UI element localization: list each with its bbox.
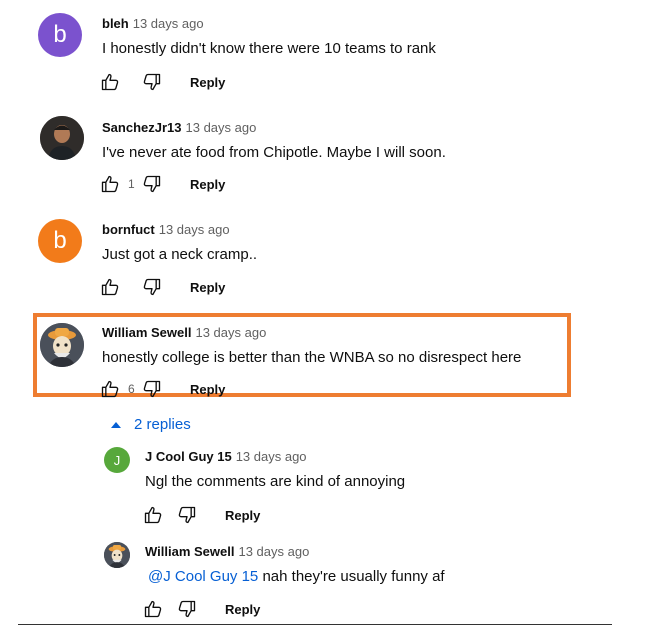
comment-text: I honestly didn't know there were 10 tea… [102,40,436,57]
reply-button[interactable]: Reply [225,508,260,523]
reply-button[interactable]: Reply [225,602,260,617]
comment-header: William Sewell 13 days ago [102,325,266,340]
mention-link[interactable]: @J Cool Guy 15 [148,568,258,585]
comment-header: SanchezJr13 13 days ago [102,120,256,135]
comment-author[interactable]: William Sewell [102,325,191,340]
comment-text: Ngl the comments are kind of annoying [145,473,405,490]
cartoon-avatar-icon [40,323,84,367]
comment-text: honestly college is better than the WNBA… [102,349,522,366]
thumbs-down-icon [142,277,162,297]
like-button[interactable] [141,597,165,621]
cartoon-avatar-icon [104,542,130,568]
comment-actions: 6 Reply [98,377,225,401]
reply-button[interactable]: Reply [190,177,225,192]
like-button[interactable] [98,70,122,94]
comment-author[interactable]: William Sewell [145,544,234,559]
thumbs-down-icon [142,72,162,92]
avatar[interactable]: b [38,13,82,57]
like-button[interactable] [98,275,122,299]
comment-time[interactable]: 13 days ago [236,449,307,464]
thumbs-down-icon [142,174,162,194]
comment-actions: Reply [98,70,225,94]
comment-time[interactable]: 13 days ago [238,544,309,559]
comment-header: bornfuct 13 days ago [102,222,230,237]
comment-author[interactable]: bleh [102,16,129,31]
thumbs-down-icon [177,505,197,525]
reply-button[interactable]: Reply [190,280,225,295]
reply-button[interactable]: Reply [190,382,225,397]
comment-author[interactable]: SanchezJr13 [102,120,182,135]
avatar-letter: J [113,452,121,468]
comment-header: William Sewell 13 days ago [145,544,309,559]
comment-author[interactable]: bornfuct [102,222,155,237]
dislike-button[interactable] [140,70,164,94]
reply-button[interactable]: Reply [190,75,225,90]
replies-toggle-button[interactable]: 2 replies [110,416,191,433]
avatar[interactable] [40,323,84,367]
reply-text: nah they're usually funny af [262,568,445,585]
dislike-button[interactable] [175,503,199,527]
user-photo-icon [40,116,84,160]
thumbs-up-icon [143,505,163,525]
like-count: 1 [128,177,135,191]
comment-actions: Reply [98,275,225,299]
comment-time[interactable]: 13 days ago [159,222,230,237]
like-count: 6 [128,382,135,396]
like-button[interactable] [98,172,122,196]
comment-text: I've never ate food from Chipotle. Maybe… [102,144,446,161]
like-button[interactable] [98,377,122,401]
avatar-letter: b [53,227,67,254]
thumbs-down-icon [142,379,162,399]
comment-text: @J Cool Guy 15 nah they're usually funny… [148,568,445,585]
comment-header: J Cool Guy 15 13 days ago [145,449,307,464]
comment-author[interactable]: J Cool Guy 15 [145,449,232,464]
avatar[interactable]: J [104,447,130,473]
dislike-button[interactable] [175,597,199,621]
avatar-letter: b [53,21,67,48]
like-button[interactable] [141,503,165,527]
avatar[interactable] [40,116,84,160]
dislike-button[interactable] [140,172,164,196]
dislike-button[interactable] [140,377,164,401]
thumbs-down-icon [177,599,197,619]
comment-header: bleh 13 days ago [102,16,204,31]
thumbs-up-icon [100,72,120,92]
caret-up-icon [111,421,121,428]
comment-time[interactable]: 13 days ago [195,325,266,340]
comment-time[interactable]: 13 days ago [133,16,204,31]
thumbs-up-icon [100,174,120,194]
reply-text: Ngl the comments are kind of annoying [145,473,406,490]
dislike-button[interactable] [140,275,164,299]
divider [18,624,612,625]
thumbs-up-icon [143,599,163,619]
avatar[interactable]: b [38,219,82,263]
comment-text: Just got a neck cramp.. [102,246,258,263]
thumbs-up-icon [100,277,120,297]
avatar[interactable] [104,542,130,568]
comment-time[interactable]: 13 days ago [186,120,257,135]
comment-actions: Reply [141,597,260,621]
thumbs-up-icon [100,379,120,399]
replies-toggle-label: 2 replies [134,416,191,433]
comment-actions: Reply [141,503,260,527]
comment-actions: 1 Reply [98,172,225,196]
